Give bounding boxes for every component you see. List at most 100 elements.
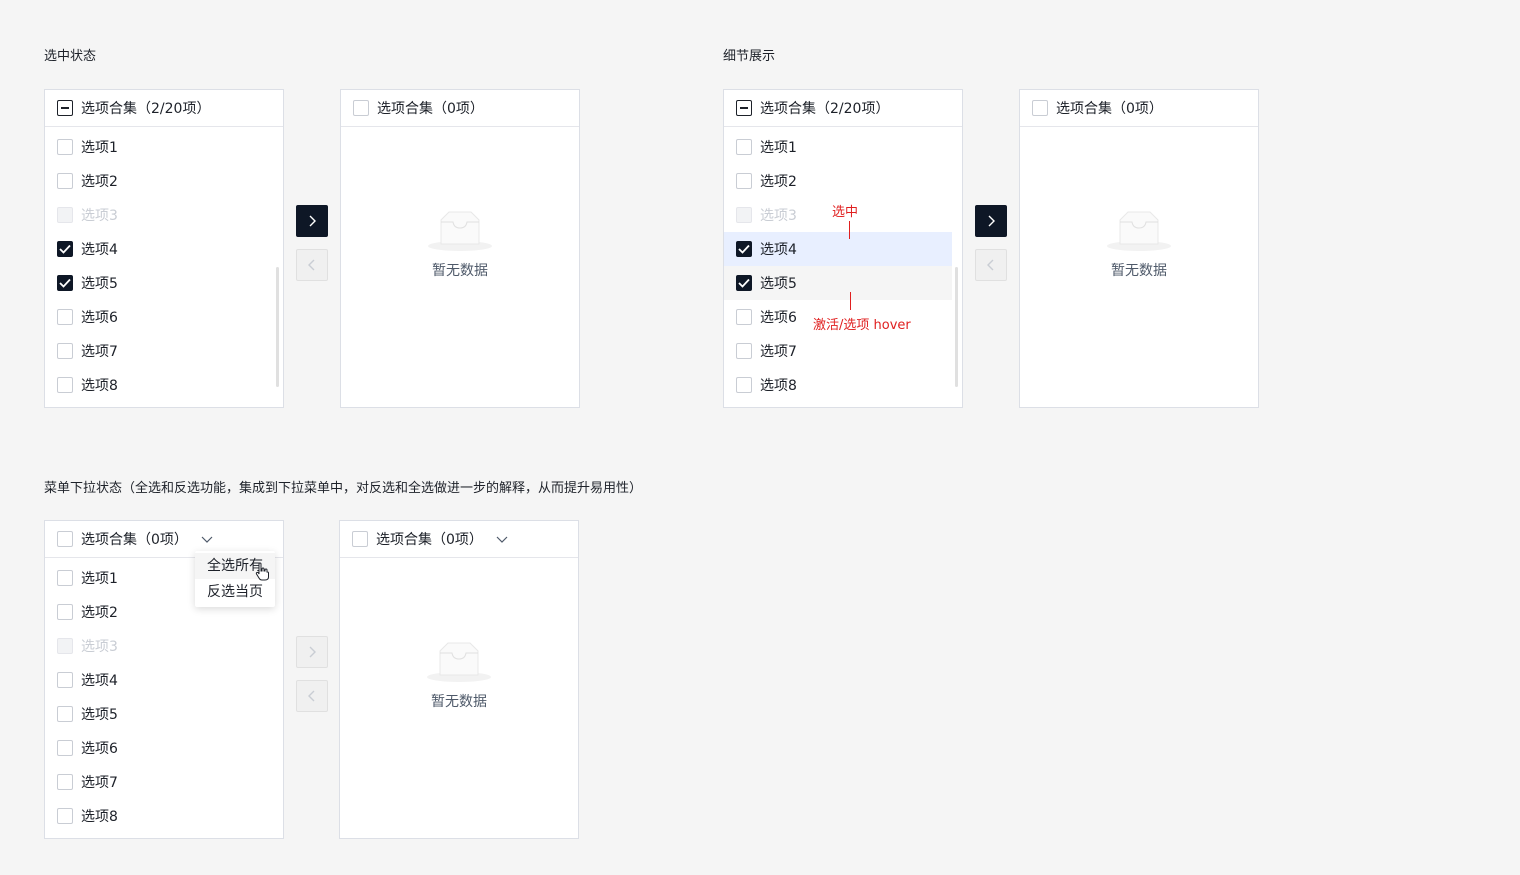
item-label: 选项2 (81, 605, 118, 621)
select-all-checkbox[interactable] (352, 531, 368, 547)
item-checkbox[interactable] (57, 309, 73, 325)
list-item[interactable]: 选项7 (45, 334, 283, 368)
move-right-button[interactable] (975, 205, 1007, 237)
item-label: 选项8 (81, 809, 118, 825)
transfer-target-panel-detail: 选项合集（0项） 暂无数据 (1019, 89, 1259, 408)
inbox-icon (1107, 211, 1171, 251)
list-item[interactable]: 选项1 (45, 130, 283, 164)
option-list: 选项1 选项2 选项3 选项4 选项5 选项6 选项7 选项8 (45, 127, 283, 402)
item-checkbox[interactable] (57, 377, 73, 393)
item-checkbox[interactable] (57, 604, 73, 620)
item-label: 选项1 (81, 140, 118, 156)
dropdown-trigger[interactable] (200, 534, 214, 544)
panel-header-title: 选项合集（0项） (377, 101, 484, 117)
transfer-target-panel-dropdown: 选项合集（0项） 暂无数据 (339, 520, 579, 839)
select-all-checkbox[interactable] (57, 531, 73, 547)
empty-text: 暂无数据 (432, 263, 488, 279)
item-checkbox[interactable] (736, 173, 752, 189)
item-label: 选项7 (81, 344, 118, 360)
list-item[interactable]: 选项2 (724, 164, 962, 198)
move-right-button[interactable] (296, 205, 328, 237)
item-checkbox[interactable] (736, 309, 752, 325)
inbox-icon (427, 642, 491, 682)
item-label: 选项5 (81, 276, 118, 292)
list-item[interactable]: 选项6 (45, 731, 283, 765)
panel-header-title: 选项合集（0项） (1056, 101, 1163, 117)
list-item[interactable]: 选项4 (45, 663, 283, 697)
transfer-target-panel: 选项合集（0项） 暂无数据 (340, 89, 580, 408)
list-item[interactable]: 选项5 (45, 697, 283, 731)
list-item[interactable]: 选项7 (45, 765, 283, 799)
move-left-button[interactable] (296, 249, 328, 281)
chevron-left-icon (987, 259, 994, 271)
item-label: 选项3 (760, 208, 797, 224)
list-item[interactable]: 选项2 (45, 164, 283, 198)
panel-header: 选项合集（2/20项） (45, 90, 283, 127)
item-checkbox-checked[interactable] (57, 275, 73, 291)
item-checkbox[interactable] (57, 706, 73, 722)
empty-text: 暂无数据 (431, 694, 487, 710)
item-label: 选项3 (81, 208, 118, 224)
item-checkbox[interactable] (57, 672, 73, 688)
section-title-selected-state: 选中状态 (44, 49, 97, 64)
scrollbar[interactable] (276, 267, 279, 387)
check-icon (738, 278, 750, 288)
dropdown-trigger[interactable] (495, 534, 509, 544)
list-item[interactable]: 选项8 (45, 799, 283, 833)
chevron-left-icon (308, 690, 315, 702)
item-checkbox-checked[interactable] (57, 241, 73, 257)
list-item[interactable]: 选项6 (45, 300, 283, 334)
list-item[interactable]: 选项5 (45, 266, 283, 300)
panel-header: 选项合集（0项） (1020, 90, 1258, 127)
item-checkbox[interactable] (57, 740, 73, 756)
item-checkbox[interactable] (736, 139, 752, 155)
move-left-button[interactable] (975, 249, 1007, 281)
panel-header-title: 选项合集（0项） (81, 532, 188, 548)
panel-header: 选项合集（2/20项） (724, 90, 962, 127)
empty-state: 暂无数据 (341, 210, 579, 280)
panel-header: 选项合集（0项） (340, 521, 578, 558)
list-item-selected[interactable]: 选项4 (724, 232, 952, 266)
list-item-hover[interactable]: 选项5 (724, 266, 952, 300)
empty-text: 暂无数据 (1111, 263, 1167, 279)
select-all-checkbox[interactable] (1032, 100, 1048, 116)
scrollbar[interactable] (955, 267, 958, 387)
list-item[interactable]: 选项7 (724, 334, 962, 368)
item-checkbox[interactable] (57, 343, 73, 359)
section-title-dropdown-state: 菜单下拉状态（全选和反选功能，集成到下拉菜单中，对反选和全选做进一步的解释，从而… (44, 481, 643, 496)
item-checkbox[interactable] (57, 173, 73, 189)
empty-state: 暂无数据 (340, 641, 578, 711)
list-item-disabled: 选项3 (45, 629, 283, 663)
transfer-source-panel-detail: 选项合集（2/20项） 选项1 选项2 选项3 选项4 选项5 选项6 选项7 … (723, 89, 963, 408)
item-checkbox[interactable] (736, 343, 752, 359)
move-left-button[interactable] (296, 680, 328, 712)
item-checkbox[interactable] (57, 139, 73, 155)
item-checkbox[interactable] (57, 774, 73, 790)
menu-item-invert-page[interactable]: 反选当页 (195, 579, 275, 605)
chevron-right-icon (988, 215, 995, 227)
item-checkbox[interactable] (57, 808, 73, 824)
item-checkbox (57, 207, 73, 223)
item-checkbox-checked[interactable] (736, 275, 752, 291)
select-all-checkbox[interactable] (57, 100, 73, 116)
item-label: 选项2 (81, 174, 118, 190)
list-item[interactable]: 选项4 (45, 232, 283, 266)
chevron-down-icon (496, 536, 508, 543)
chevron-right-icon (309, 215, 316, 227)
item-label: 选项5 (760, 276, 797, 292)
item-checkbox[interactable] (736, 377, 752, 393)
option-list: 选项1 选项2 选项3 选项4 选项5 选项6 选项7 选项8 (724, 127, 962, 402)
select-all-checkbox[interactable] (736, 100, 752, 116)
item-checkbox[interactable] (57, 570, 73, 586)
list-item[interactable]: 选项8 (724, 368, 962, 402)
hand-pointer-icon (255, 562, 269, 581)
list-item[interactable]: 选项8 (45, 368, 283, 402)
panel-header-title: 选项合集（2/20项） (81, 101, 211, 117)
item-label: 选项7 (760, 344, 797, 360)
item-label: 选项1 (81, 571, 118, 587)
list-item[interactable]: 选项1 (724, 130, 962, 164)
select-all-checkbox[interactable] (353, 100, 369, 116)
item-checkbox-checked[interactable] (736, 241, 752, 257)
transfer-source-panel: 选项合集（2/20项） 选项1 选项2 选项3 选项4 选项5 选项6 选项7 … (44, 89, 284, 408)
move-right-button[interactable] (296, 636, 328, 668)
